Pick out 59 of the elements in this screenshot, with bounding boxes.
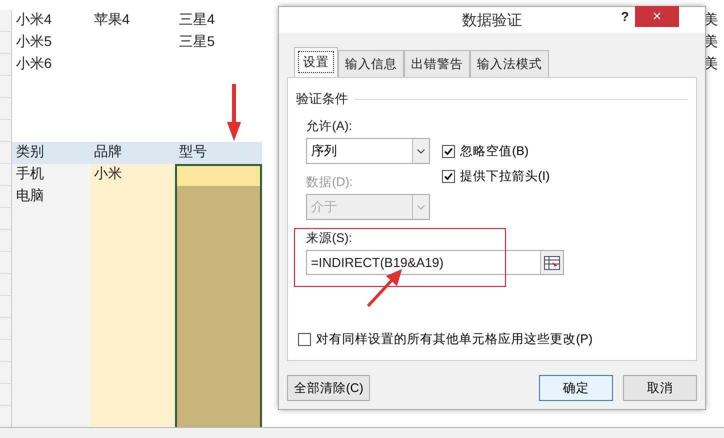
row-header[interactable]: [0, 142, 12, 164]
row-header[interactable]: [0, 362, 12, 384]
range-picker-icon: [544, 256, 560, 270]
row-header[interactable]: [0, 164, 12, 186]
tab[interactable]: 设置: [294, 47, 338, 77]
column-header: 品牌: [90, 142, 175, 164]
table-cell: 小米: [90, 164, 175, 186]
row-header[interactable]: [0, 54, 12, 76]
field-label: 数据(D):: [306, 174, 354, 191]
row-header[interactable]: [0, 208, 12, 230]
row-header[interactable]: [0, 318, 12, 340]
row-header[interactable]: [0, 32, 12, 54]
checkbox[interactable]: 忽略空值(B): [442, 143, 550, 160]
row-header[interactable]: [0, 296, 12, 318]
row-header[interactable]: [0, 10, 12, 32]
field-label: 允许(A):: [306, 118, 354, 135]
row-header[interactable]: [0, 76, 12, 98]
row-header[interactable]: [0, 120, 12, 142]
help-button[interactable]: ?: [621, 9, 629, 24]
table-cell-text: 苹果4: [93, 10, 131, 29]
tab[interactable]: 出错警告: [404, 50, 470, 77]
row-header[interactable]: [0, 252, 12, 274]
row-header[interactable]: [0, 340, 12, 362]
allow-dropdown[interactable]: 序列: [306, 138, 430, 164]
window-title: 数据验证: [462, 10, 522, 30]
ok-button[interactable]: 确定: [539, 375, 613, 401]
checkmark-icon: [444, 172, 453, 181]
table-cell-text: 小米4: [15, 10, 53, 29]
arrow-down-icon: [226, 84, 242, 142]
table-cell-text: 小米5: [15, 32, 53, 51]
table-cell-text: 三星4: [178, 10, 216, 29]
column-header: 类别: [12, 142, 90, 164]
row-header[interactable]: [0, 384, 12, 406]
checkbox[interactable]: 对有同样设置的所有其他单元格应用这些更改(P): [298, 331, 593, 348]
checkmark-icon: [444, 147, 453, 156]
table-cell[interactable]: [175, 406, 262, 428]
chevron-down-icon: [417, 204, 425, 210]
row-header[interactable]: [0, 98, 12, 120]
tab[interactable]: 输入法模式: [470, 50, 549, 77]
clear-all-button[interactable]: 全部清除(C): [287, 375, 370, 401]
table-cell: 手机: [12, 164, 90, 186]
table-cell-text: 三星5: [178, 32, 216, 51]
table-cell[interactable]: [175, 186, 262, 208]
table-cell[interactable]: [175, 164, 262, 186]
row-header[interactable]: [0, 186, 12, 208]
row-header[interactable]: [0, 230, 12, 252]
checkbox[interactable]: 提供下拉箭头(I): [442, 168, 550, 185]
column-header: 型号: [175, 142, 262, 164]
tab[interactable]: 输入信息: [338, 50, 404, 77]
group-title: 验证条件: [296, 90, 348, 108]
row-header[interactable]: [0, 274, 12, 296]
source-field[interactable]: =INDIRECT(B19&A19): [306, 250, 564, 275]
cancel-button[interactable]: 取消: [623, 375, 697, 401]
table-cell-text: 小米6: [15, 54, 53, 73]
row-header[interactable]: [0, 406, 12, 428]
field-label: 来源(S):: [306, 230, 354, 247]
chevron-down-icon: [417, 148, 425, 154]
close-button[interactable]: ×: [635, 6, 679, 27]
table-cell: 电脑: [12, 186, 90, 208]
